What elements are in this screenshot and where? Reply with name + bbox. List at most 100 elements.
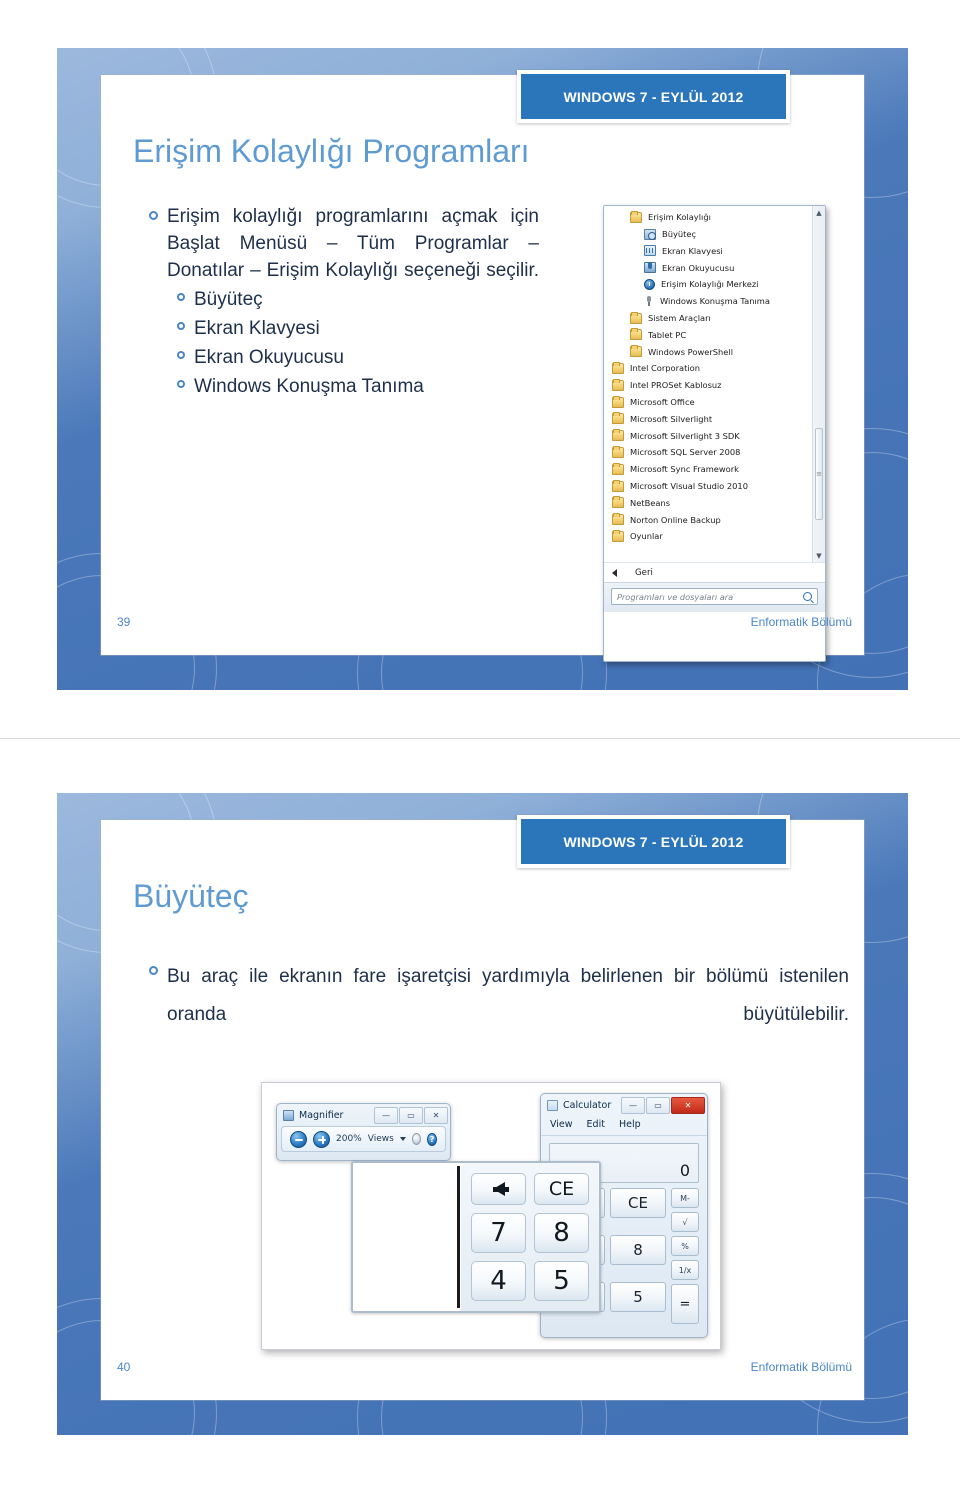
microphone-icon <box>644 295 654 307</box>
magnifier-views-label[interactable]: Views <box>368 1134 394 1144</box>
scroll-down-arrow-icon[interactable]: ▼ <box>813 549 825 562</box>
menu-item[interactable]: Microsoft Silverlight <box>604 411 825 428</box>
magnifier-lens-overlay: CE 7 8 4 5 <box>351 1161 601 1313</box>
magnifier-icon <box>644 228 656 240</box>
bullet-item: Ekran Okuyucusu <box>177 344 539 371</box>
gear-icon[interactable] <box>411 1133 422 1145</box>
menu-item[interactable]: Norton Online Backup <box>604 511 825 528</box>
folder-icon <box>612 429 624 442</box>
bullet-item: Windows Konuşma Tanıma <box>177 373 539 400</box>
calc-key-reciprocal[interactable]: 1/x <box>671 1260 699 1280</box>
close-icon[interactable]: ✕ <box>424 1106 448 1124</box>
menu-item[interactable]: Intel Corporation <box>604 360 825 377</box>
calc-key-equals[interactable]: = <box>671 1284 699 1324</box>
menu-item-label: Ekran Klavyesi <box>662 245 723 256</box>
menu-item[interactable]: Microsoft Sync Framework <box>604 461 825 478</box>
slide-1-page-number: 39 <box>117 615 131 629</box>
help-icon[interactable]: ? <box>427 1132 437 1146</box>
menu-item[interactable]: Büyüteç <box>604 226 825 243</box>
start-menu-back-button[interactable]: Geri <box>604 562 825 582</box>
calc-key-8[interactable]: 8 <box>610 1235 666 1265</box>
menu-item[interactable]: Erişim Kolaylığı Merkezi <box>604 276 825 293</box>
bullet-item: Bu araç ile ekranın fare işaretçisi yard… <box>149 958 849 1034</box>
menu-item[interactable]: Microsoft Silverlight 3 SDK <box>604 427 825 444</box>
calculator-window-buttons: — ▭ ✕ <box>620 1096 705 1114</box>
narrator-icon <box>644 262 656 274</box>
menu-item-label: Tablet PC <box>648 329 687 340</box>
folder-icon <box>612 462 624 475</box>
menu-item-label: Erişim Kolaylığı <box>648 212 711 223</box>
menu-item[interactable]: Ekran Klavyesi <box>604 243 825 260</box>
search-icon <box>803 592 812 601</box>
chevron-down-icon[interactable] <box>399 1137 406 1141</box>
menu-item-label: Oyunlar <box>630 531 663 542</box>
folder-icon <box>612 412 624 425</box>
back-button-label: Geri <box>635 567 653 578</box>
slide-1-department: Enformatik Bölümü <box>750 615 852 629</box>
slide-1-footer: 39 Enformatik Bölümü <box>117 615 852 629</box>
menu-view[interactable]: View <box>550 1119 573 1130</box>
menu-item[interactable]: Microsoft Office <box>604 394 825 411</box>
menu-item-label: Norton Online Backup <box>630 514 721 525</box>
calc-key-sqrt[interactable]: √ <box>671 1212 699 1232</box>
scroll-up-arrow-icon[interactable]: ▲ <box>813 206 825 219</box>
menu-item[interactable]: Microsoft SQL Server 2008 <box>604 444 825 461</box>
menu-item-label: Microsoft Silverlight 3 SDK <box>630 430 740 441</box>
magnified-key-backspace <box>471 1173 526 1205</box>
magnified-key-4: 4 <box>471 1261 526 1301</box>
magnifier-window[interactable]: Magnifier — ▭ ✕ 200% Views ? <box>276 1103 451 1161</box>
menu-item-label: Intel Corporation <box>630 363 701 374</box>
menu-item[interactable]: Windows Konuşma Tanıma <box>604 293 825 310</box>
bullet-item: Erişim kolaylığı programlarını açmak içi… <box>149 203 539 284</box>
scrollbar-thumb[interactable]: ≡ <box>815 428 823 520</box>
bullet-marker-icon <box>177 322 185 330</box>
calculator-titlebar[interactable]: Calculator — ▭ ✕ <box>541 1094 707 1116</box>
minimize-icon[interactable]: — <box>374 1106 398 1124</box>
menu-edit[interactable]: Edit <box>587 1119 605 1130</box>
on-screen-keyboard-icon <box>644 245 656 257</box>
calculator-title-label: Calculator <box>563 1099 612 1111</box>
minimize-icon[interactable]: — <box>621 1096 645 1114</box>
magnifier-titlebar[interactable]: Magnifier — ▭ ✕ <box>277 1104 450 1126</box>
menu-item-label: Microsoft Silverlight <box>630 413 713 424</box>
slide-2-body: Bu araç ile ekranın fare işaretçisi yard… <box>149 958 849 1034</box>
menu-item[interactable]: Tablet PC <box>604 327 825 344</box>
menu-item[interactable]: Oyunlar <box>604 528 825 545</box>
maximize-icon[interactable]: ▭ <box>399 1106 423 1124</box>
magnifier-title-label: Magnifier <box>299 1109 344 1121</box>
menu-item[interactable]: Windows PowerShell <box>604 343 825 360</box>
menu-item[interactable]: Microsoft Visual Studio 2010 <box>604 478 825 495</box>
search-placeholder: Programları ve dosyaları ara <box>617 591 734 602</box>
bullet-label: Ekran Okuyucusu <box>194 347 344 368</box>
close-icon[interactable]: ✕ <box>671 1096 705 1114</box>
calc-key-ce[interactable]: CE <box>610 1188 666 1218</box>
menu-item[interactable]: Erişim Kolaylığı <box>604 209 825 226</box>
calc-key-percent[interactable]: % <box>671 1236 699 1256</box>
start-menu-search-box[interactable]: Programları ve dosyaları ara <box>611 588 818 605</box>
maximize-icon[interactable]: ▭ <box>646 1096 670 1114</box>
calc-key-5[interactable]: 5 <box>610 1282 666 1312</box>
magnifier-app-icon <box>283 1109 294 1121</box>
folder-icon <box>612 395 624 408</box>
slide-2: WINDOWS 7 - EYLÜL 2012 Büyüteç Bu araç i… <box>57 793 908 1435</box>
slide-1-title: Erişim Kolaylığı Programları <box>133 133 530 169</box>
menu-item[interactable]: Sistem Araçları <box>604 310 825 327</box>
slide-2-banner-frame: WINDOWS 7 - EYLÜL 2012 <box>517 815 790 868</box>
folder-icon <box>630 328 642 341</box>
start-menu-program-list[interactable]: ▲ ≡ ▼ Erişim Kolaylığı Büyüteç Ekran Kla… <box>604 206 825 562</box>
zoom-out-icon[interactable] <box>290 1130 307 1148</box>
menu-item-label: Microsoft Office <box>630 397 695 408</box>
menu-item[interactable]: Ekran Okuyucusu <box>604 259 825 276</box>
calc-key-memory-subtract[interactable]: M- <box>671 1188 699 1208</box>
bullet-label: Erişim kolaylığı programlarını açmak içi… <box>167 206 539 281</box>
folder-icon <box>612 378 624 391</box>
menu-item-label: Büyüteç <box>662 229 697 240</box>
menu-help[interactable]: Help <box>619 1119 641 1130</box>
magnifier-zoom-level: 200% <box>336 1134 362 1144</box>
zoom-in-icon[interactable] <box>313 1130 330 1148</box>
bullet-marker-icon <box>177 380 185 388</box>
menu-item[interactable]: NetBeans <box>604 495 825 512</box>
bullet-marker-icon <box>149 211 158 220</box>
start-menu-scrollbar[interactable]: ▲ ≡ ▼ <box>812 206 825 562</box>
menu-item[interactable]: Intel PROSet Kablosuz <box>604 377 825 394</box>
